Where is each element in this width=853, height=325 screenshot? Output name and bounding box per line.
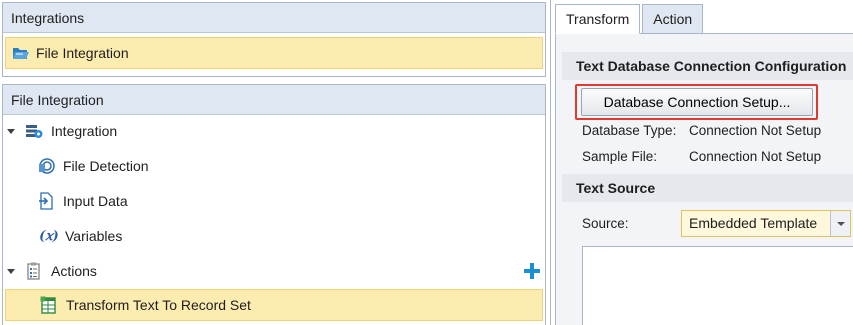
sample-file-label: Sample File: [582,149,658,164]
tree-node-transform-text[interactable]: Transform Text To Record Set [5,289,543,321]
integrations-header: Integrations [3,3,545,33]
tree-label-input-data: Input Data [63,193,128,209]
properties-pane: Transform Action Text Database Connectio… [550,0,853,325]
add-action-icon[interactable] [523,262,541,280]
actions-icon [25,262,43,280]
tree-label-actions: Actions [51,263,97,279]
transform-table-icon [40,296,58,314]
file-integration-panel: File Integration Integration File Detect… [2,84,546,325]
text-source-header: Text Source [562,174,853,202]
file-integration-label: File Integration [36,45,129,61]
tree-node-input-data[interactable]: Input Data [37,185,527,217]
integration-icon [25,122,43,140]
variables-icon: (𝑥) [39,228,59,244]
connection-config-header: Text Database Connection Configuration [562,52,853,80]
file-integration-header: File Integration [3,85,545,115]
tree-node-variables[interactable]: (𝑥) Variables [37,220,527,252]
expand-caret-icon[interactable] [7,128,15,134]
folder-open-icon [12,44,30,62]
tree-label-transform-text: Transform Text To Record Set [66,297,251,313]
tree-node-integration[interactable]: Integration [7,115,527,147]
template-text-area[interactable] [582,246,853,325]
chevron-down-icon[interactable] [830,211,850,236]
tab-strip: Transform Action [555,4,705,34]
integration-list-item-file-integration[interactable]: File Integration [5,37,543,69]
database-type-value: Connection Not Setup [689,123,822,138]
input-data-icon [37,192,55,210]
expand-caret-icon[interactable] [7,268,15,274]
tab-action[interactable]: Action [642,4,704,34]
sample-file-value: Connection Not Setup [689,149,822,164]
tree-node-actions[interactable]: Actions [7,255,541,287]
tree-label-variables: Variables [65,228,123,244]
database-connection-setup-button[interactable]: Database Connection Setup... [581,88,813,116]
file-detection-icon [37,157,55,175]
source-label: Source: [582,216,629,231]
database-type-label: Database Type: [582,123,677,138]
tree-label-integration: Integration [51,123,118,139]
transform-tab-body: Text Database Connection Configuration D… [555,33,853,325]
tree-node-file-detection[interactable]: File Detection [37,150,527,182]
source-select-value: Embedded Template [689,215,818,231]
tab-transform[interactable]: Transform [555,4,641,34]
tree-label-file-detection: File Detection [63,158,149,174]
source-select[interactable]: Embedded Template [681,210,851,237]
integrations-panel: Integrations File Integration [2,2,546,77]
